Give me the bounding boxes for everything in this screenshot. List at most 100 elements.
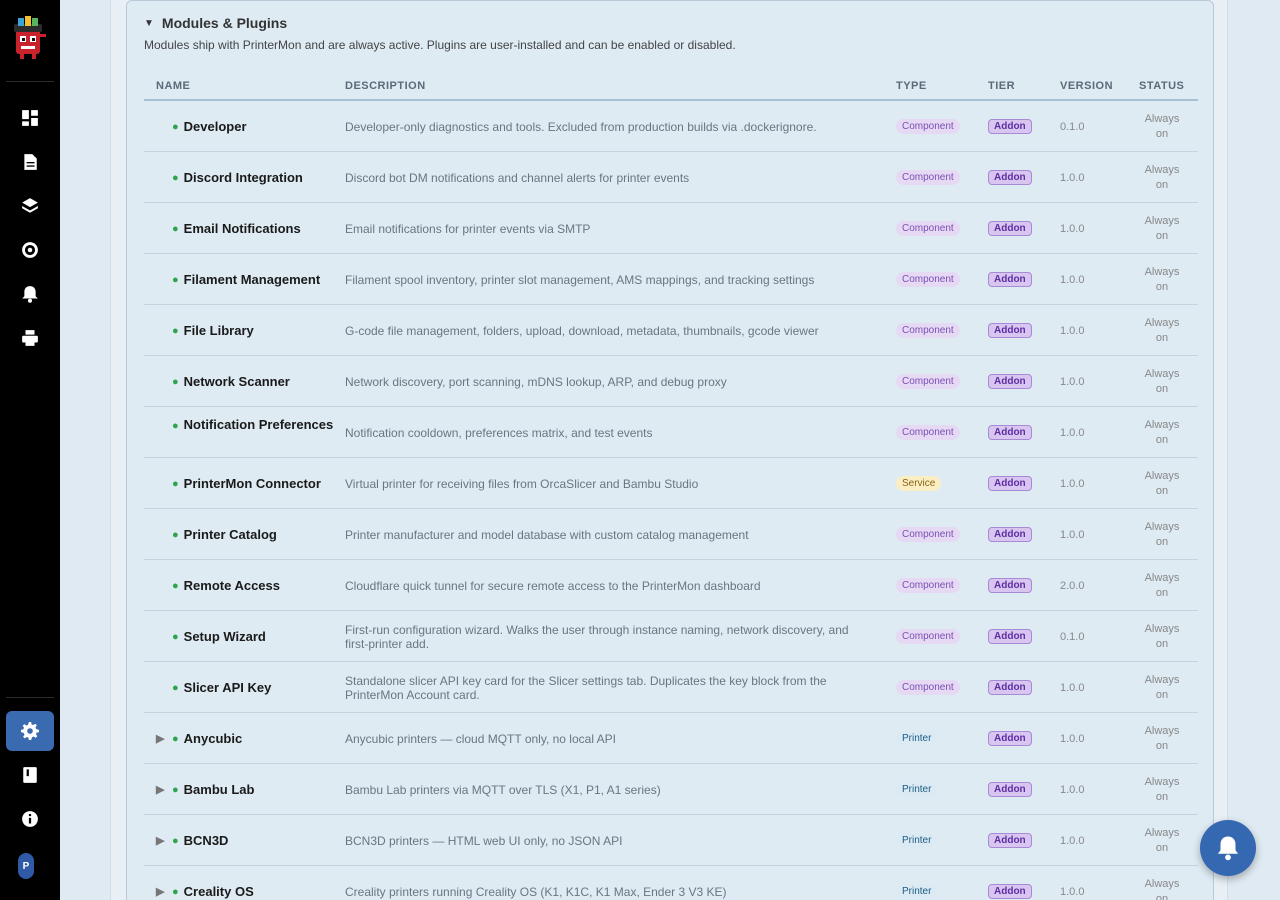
- row-status: Always on: [1144, 520, 1180, 548]
- expand-arrow-icon[interactable]: ▶: [156, 732, 172, 745]
- tier-badge: Addon: [988, 476, 1032, 491]
- document-icon: [24, 154, 37, 170]
- expand-arrow-icon[interactable]: ▶: [156, 783, 172, 796]
- header-version: VERSION: [1060, 80, 1114, 92]
- row-status: Always on: [1144, 265, 1180, 293]
- row-status: Always on: [1144, 622, 1180, 650]
- sidebar-item-printers[interactable]: [6, 318, 54, 358]
- tier-badge: Addon: [988, 272, 1032, 287]
- section-title: Modules & Plugins: [161, 15, 288, 31]
- table-row[interactable]: ▶ ● Bambu Lab Bambu Lab printers via MQTT …: [144, 764, 1198, 815]
- row-version: 2.0.0: [1060, 579, 1085, 592]
- row-name: ▶ ● Bambu Lab: [156, 782, 255, 797]
- status-dot-icon: ●: [172, 273, 179, 286]
- row-version: 1.0.0: [1060, 885, 1085, 898]
- header-status: STATUS: [1139, 80, 1185, 92]
- row-status: Always on: [1144, 112, 1180, 140]
- type-badge: Component: [896, 578, 960, 593]
- book-icon: [23, 767, 37, 783]
- row-version: 1.0.0: [1060, 375, 1085, 388]
- table-row[interactable]: ● Email Notifications Email notifications…: [144, 203, 1198, 254]
- row-version: 1.0.0: [1060, 681, 1085, 694]
- tier-badge: Addon: [988, 374, 1032, 389]
- sidebar-item-dashboard[interactable]: [6, 98, 54, 138]
- table-header: NAME DESCRIPTION TYPE TIER VERSION STATU…: [144, 71, 1198, 101]
- row-description: BCN3D printers — HTML web UI only, no JS…: [345, 833, 623, 848]
- table-row[interactable]: ▶ ● Anycubic Anycubic printers — cloud MQT…: [144, 713, 1198, 764]
- row-version: 1.0.0: [1060, 528, 1085, 541]
- table-row[interactable]: ● Slicer API Key Standalone slicer API ke…: [144, 662, 1198, 713]
- expand-arrow-icon[interactable]: ▶: [156, 885, 172, 898]
- tier-badge: Addon: [988, 578, 1032, 593]
- row-status: Always on: [1144, 418, 1180, 446]
- table-row[interactable]: ● PrinterMon Connector Virtual printer fo…: [144, 458, 1198, 509]
- row-description: Developer-only diagnostics and tools. Ex…: [345, 119, 817, 134]
- status-dot-icon: ●: [172, 324, 179, 337]
- type-badge: Service: [896, 476, 942, 491]
- target-icon: [22, 242, 38, 258]
- expand-arrow-icon[interactable]: ▶: [156, 834, 172, 847]
- sidebar-item-layers[interactable]: [6, 186, 54, 226]
- row-version: 1.0.0: [1060, 273, 1085, 286]
- row-description: Network discovery, port scanning, mDNS l…: [345, 374, 727, 389]
- table-row[interactable]: ● Printer Catalog Printer manufacturer an…: [144, 509, 1198, 560]
- row-status: Always on: [1144, 316, 1180, 344]
- row-version: 1.0.0: [1060, 834, 1085, 847]
- printer-icon: [22, 330, 38, 346]
- row-description: First-run configuration wizard. Walks th…: [345, 622, 849, 651]
- tier-badge: Addon: [988, 833, 1032, 848]
- row-version: 1.0.0: [1060, 171, 1085, 184]
- status-dot-icon: ●: [172, 171, 179, 184]
- row-description: Email notifications for printer events v…: [345, 221, 591, 236]
- type-badge: Printer: [896, 782, 938, 797]
- sidebar-item-about[interactable]: [6, 799, 54, 839]
- row-name: ● Developer: [172, 119, 247, 134]
- tier-badge: Addon: [988, 527, 1032, 542]
- type-badge: Component: [896, 272, 960, 287]
- type-badge: Component: [896, 323, 960, 338]
- row-status: Always on: [1144, 673, 1180, 701]
- row-description: Discord bot DM notifications and channel…: [345, 170, 690, 185]
- row-status: Always on: [1144, 367, 1180, 395]
- collapse-caret-icon[interactable]: ▼: [144, 18, 154, 29]
- row-status: Always on: [1144, 724, 1180, 752]
- status-dot-icon: ●: [172, 477, 179, 490]
- status-dot-icon: ●: [172, 579, 179, 592]
- table-row[interactable]: ● Network Scanner Network discovery, port…: [144, 356, 1198, 407]
- type-badge: Component: [896, 119, 960, 134]
- row-description: Bambu Lab printers via MQTT over TLS (X1…: [345, 782, 661, 797]
- type-badge: Printer: [896, 884, 938, 899]
- tier-badge: Addon: [988, 170, 1032, 185]
- sidebar-item-notifications[interactable]: [6, 274, 54, 314]
- row-name: ● Remote Access: [172, 578, 281, 593]
- header-tier: TIER: [988, 80, 1016, 92]
- printermon-logo[interactable]: [10, 14, 50, 60]
- notifications-fab-button[interactable]: [1200, 820, 1256, 876]
- modules-plugins-card: ▼ Modules & Plugins Modules ship with Pr…: [126, 0, 1214, 900]
- row-name: ● Discord Integration: [172, 170, 303, 185]
- status-dot-icon: ●: [172, 630, 179, 643]
- avatar[interactable]: P: [18, 853, 34, 879]
- section-header[interactable]: ▼ Modules & Plugins: [144, 15, 287, 31]
- type-badge: Component: [896, 425, 960, 440]
- table-row[interactable]: ● Discord Integration Discord bot DM noti…: [144, 152, 1198, 203]
- table-row[interactable]: ● Remote Access Cloudflare quick tunnel f…: [144, 560, 1198, 611]
- sidebar: P: [0, 0, 60, 900]
- row-name: ● Email Notifications: [172, 221, 301, 236]
- status-dot-icon: ●: [172, 834, 179, 847]
- row-name: ● Network Scanner: [172, 374, 290, 389]
- sidebar-item-documents[interactable]: [6, 142, 54, 182]
- table-row[interactable]: ● Developer Developer-only diagnostics an…: [144, 101, 1198, 152]
- section-subtitle: Modules ship with PrinterMon and are alw…: [144, 38, 736, 52]
- table-row[interactable]: ▶ ● Creality OS Creality printers running …: [144, 866, 1198, 900]
- table-row[interactable]: ● File Library G-code file management, fo…: [144, 305, 1198, 356]
- table-row[interactable]: ● Setup Wizard First-run configuration wi…: [144, 611, 1198, 662]
- table-row[interactable]: ● Filament Management Filament spool inve…: [144, 254, 1198, 305]
- sidebar-item-docs[interactable]: [6, 755, 54, 795]
- sidebar-item-spools[interactable]: [6, 230, 54, 270]
- table-row[interactable]: ▶ ● BCN3D BCN3D printers — HTML web UI onl…: [144, 815, 1198, 866]
- type-badge: Printer: [896, 731, 938, 746]
- table-row[interactable]: ● Notification Preferences Notification c…: [144, 407, 1198, 458]
- row-status: Always on: [1144, 214, 1180, 242]
- sidebar-item-settings[interactable]: [6, 711, 54, 751]
